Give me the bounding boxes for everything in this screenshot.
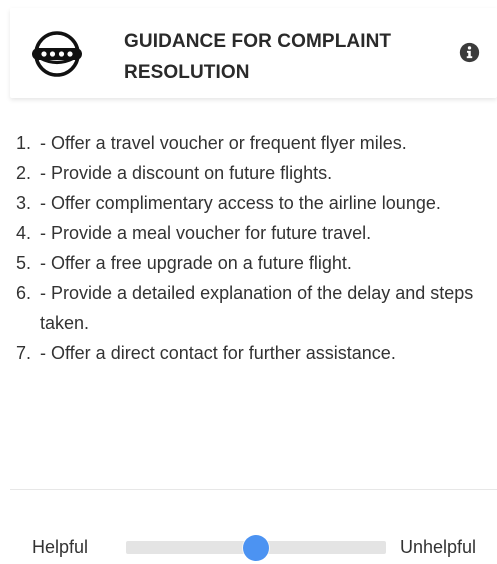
helpfulness-rating: Helpful Unhelpful [0,530,497,564]
title-line-2: RESOLUTION [124,62,250,83]
list-item-text: - Provide a discount on future flights. [40,163,333,183]
list-item-text: - Offer a direct contact for further ass… [40,343,396,363]
list-item-text: - Offer a travel voucher or frequent fly… [40,133,407,153]
info-icon[interactable] [459,42,480,63]
list-item: 2. - Provide a discount on future flights… [16,158,486,188]
list-item: 3. - Offer complimentary access to the ai… [16,188,486,218]
list-item-number: 4. [16,223,32,243]
suggestion-list: 1. - Offer a travel voucher or frequent f… [16,128,486,368]
divider [10,489,497,490]
unhelpful-label: Unhelpful [400,537,477,557]
list-item: 6. - Provide a detailed explanation of th… [16,278,486,338]
list-item-number: 1. [16,133,32,153]
list-item-number: 3. [16,193,32,213]
headset-support-icon [32,31,82,77]
rating-slider-track[interactable] [126,535,386,561]
list-item-number: 5. [16,253,32,273]
list-item: 5. - Offer a free upgrade on a future fli… [16,248,486,278]
list-item-text: - Offer complimentary access to the airl… [40,193,441,213]
list-item: 4. - Provide a meal voucher for future tr… [16,218,486,248]
title-line-1: GUIDANCE FOR COMPLAINT [124,31,392,52]
list-item-text: - Provide a meal voucher for future trav… [40,223,372,243]
list-item: 7. - Offer a direct contact for further a… [16,338,486,368]
helpful-label: Helpful [32,537,89,557]
guidance-header: GUIDANCE FOR COMPLAINT RESOLUTION [10,8,497,98]
list-item-number: 6. [16,283,32,303]
list-item-number: 7. [16,343,32,363]
list-item-number: 2. [16,163,32,183]
list-item-text: - Provide a detailed explanation of the … [40,283,474,333]
list-item: 1. - Offer a travel voucher or frequent f… [16,128,486,158]
list-item-text: - Offer a free upgrade on a future fligh… [40,253,352,273]
page-title: GUIDANCE FOR COMPLAINT RESOLUTION [124,26,444,88]
rating-slider-thumb[interactable] [243,535,269,561]
